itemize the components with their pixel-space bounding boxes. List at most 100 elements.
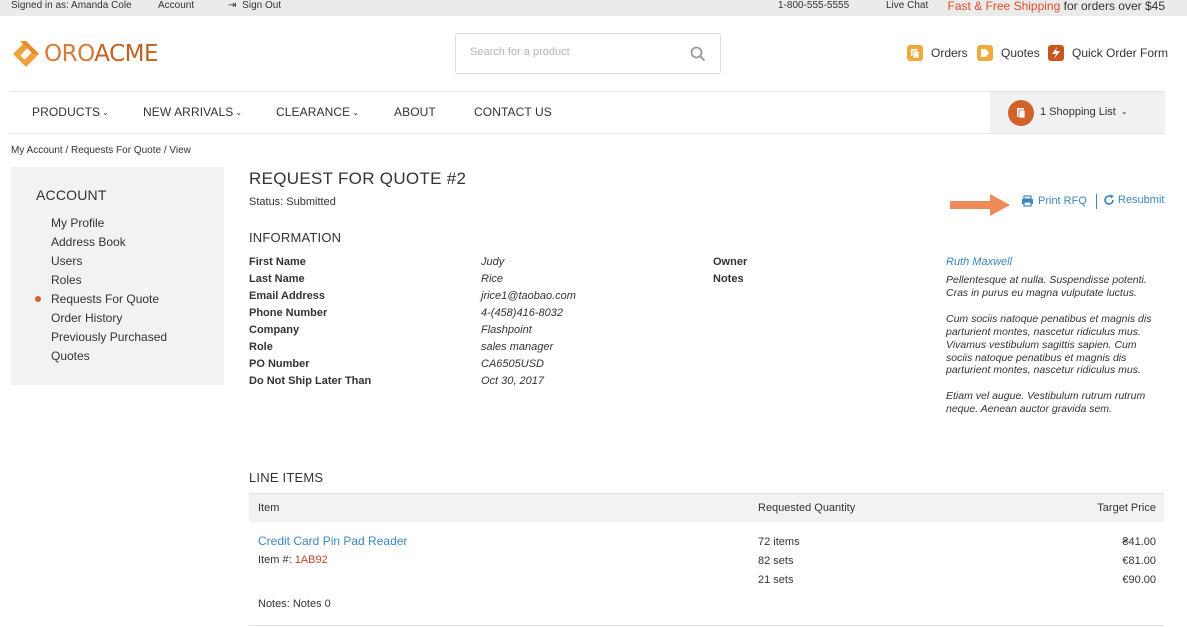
printer-icon [1022,195,1033,207]
requested-quantity: 82 sets [758,555,794,567]
item-sku: 1AB92 [294,554,328,566]
action-separator [1096,194,1097,209]
sidebar-item-requests-for-quote[interactable]: Requests For Quote [35,292,160,306]
search-icon[interactable] [690,46,706,62]
promo-accent: Fast & Free Shipping [947,0,1061,13]
site-logo[interactable]: OROACME [11,38,159,70]
sidebar-item-users[interactable]: Users [51,254,82,268]
owner-label: Owner [713,256,748,268]
refresh-icon [1104,194,1114,205]
nav-about[interactable]: ABOUT [394,105,436,119]
sidebar-title: ACCOUNT [36,187,107,203]
shopping-list-widget[interactable]: 1 Shopping List ⌄ [990,92,1165,133]
sidebar-item-quotes[interactable]: Quotes [51,349,90,363]
sidebar-item-previously-purchased[interactable]: Previously Purchased [51,330,167,344]
shopping-list-icon [1008,100,1034,126]
search-box [455,33,721,74]
page-title: REQUEST FOR QUOTE #2 [249,169,467,188]
nav-new-arrivals[interactable]: NEW ARRIVALS ⌄ [143,105,242,119]
field-label: Phone Number [249,307,328,319]
target-price: ₴41.00 [1122,536,1156,548]
field-value: Oct 30, 2017 [481,375,544,387]
lightning-icon [1048,45,1064,61]
promo-text: Fast & Free Shipping for orders over $45 [948,0,1165,12]
sidebar-item-roles[interactable]: Roles [51,273,82,287]
signed-in-text: Signed in as: Amanda Cole [11,0,132,11]
field-value: Judy [481,256,505,268]
search-input[interactable] [470,46,680,58]
field-label: Email Address [249,290,326,302]
sign-out-icon: ⇥ [228,0,237,11]
print-rfq-label: Print RFQ [1038,195,1087,207]
sidebar-item-my-profile[interactable]: My Profile [51,216,104,230]
top-bar: Signed in as: Amanda Cole Account ⇥ Sign… [0,0,1187,16]
nav-new-arrivals-label: NEW ARRIVALS [143,105,234,119]
account-link[interactable]: Account [158,0,194,12]
status-text: Status: Submitted [249,196,336,208]
nav-products[interactable]: PRODUCTS ⌄ [32,105,109,119]
owner-link[interactable]: Ruth Maxwell [946,256,1012,268]
sidebar-item-order-history[interactable]: Order History [51,311,122,325]
field-value: Flashpoint [481,324,532,336]
target-price: €90.00 [1122,574,1156,586]
chevron-down-icon: ⌄ [235,108,243,117]
requested-quantity: 72 items [758,536,800,548]
quick-order-link[interactable]: Quick Order Form [1048,45,1168,61]
column-header-item: Item [258,502,280,514]
field-value: CA6505USD [481,358,544,370]
field-label: Company [249,324,300,336]
logo-text-acme: ACME [94,41,159,67]
notes-label: Notes [713,273,744,285]
field-value: sales manager [481,341,554,353]
notes-paragraph: Pellentesque at nulla. Suspendisse poten… [946,274,1147,299]
field-value: jrice1@taobao.com [481,290,576,302]
print-rfq-button[interactable]: Print RFQ [1021,195,1087,207]
resubmit-label: Resubmit [1118,194,1165,206]
table-divider [249,625,1164,626]
quotes-tag-icon [977,45,993,61]
main-nav: PRODUCTS ⌄ NEW ARRIVALS ⌄ CLEARANCE ⌄ ABOUT… [11,91,1165,134]
orders-label: Orders [931,46,968,60]
nav-contact-us[interactable]: CONTACT US [474,105,552,119]
sidebar-item-address-book[interactable]: Address Book [51,235,126,249]
sign-out-link[interactable]: ⇥ Sign Out [228,0,281,12]
orders-icon [907,45,923,61]
phone-link[interactable]: 1-800-555-5555 [778,0,849,12]
sidebar-item-label: Requests For Quote [51,292,160,306]
breadcrumb[interactable]: My Account / Requests For Quote / View [11,145,191,156]
field-label: First Name [249,256,306,268]
chevron-down-icon: ⌄ [1120,107,1128,116]
chevron-down-icon: ⌄ [352,108,360,117]
field-label: Role [249,341,273,353]
quick-order-label: Quick Order Form [1072,46,1169,60]
quotes-label: Quotes [1001,46,1040,60]
line-items-title: LINE ITEMS [249,470,324,485]
account-sidebar: ACCOUNT My Profile Address Book Users Ro… [11,167,224,385]
notes-text: Pellentesque at nulla. Suspendisse poten… [946,274,1164,429]
nav-clearance[interactable]: CLEARANCE ⌄ [276,105,359,119]
logo-text-oro: ORO [44,41,95,67]
quotes-link[interactable]: Quotes [977,45,1040,61]
orders-link[interactable]: Orders [907,45,968,61]
column-header-price: Target Price [1097,502,1156,514]
notes-paragraph: Etiam vel augue. Vestibulum rutrum rutru… [946,390,1146,416]
logo-mark-icon [13,41,39,67]
column-header-quantity: Requested Quantity [758,502,856,514]
resubmit-button[interactable]: Resubmit [1103,194,1164,206]
shopping-list-label: 1 Shopping List ⌄ [1040,106,1128,118]
item-number: Item #: 1AB92 [258,554,328,566]
information-title: INFORMATION [249,230,342,245]
target-price: €81.00 [1122,555,1156,567]
promo-rest: for orders over $45 [1060,0,1165,13]
line-items-table-header: Item Requested Quantity Target Price [249,493,1164,522]
shopping-list-text: 1 Shopping List [1040,106,1116,118]
live-chat-link[interactable]: Live Chat [886,0,928,12]
item-notes: Notes: Notes 0 [258,598,331,610]
notes-paragraph: Cum sociis natoque penatibus et magnis d… [946,312,1152,377]
product-link[interactable]: Credit Card Pin Pad Reader [258,534,407,548]
field-label: Do Not Ship Later Than [249,375,372,387]
item-number-label: Item #: [258,554,295,566]
requested-quantity: 21 sets [758,574,794,586]
active-dot-icon [35,296,41,302]
nav-products-label: PRODUCTS [32,105,101,119]
